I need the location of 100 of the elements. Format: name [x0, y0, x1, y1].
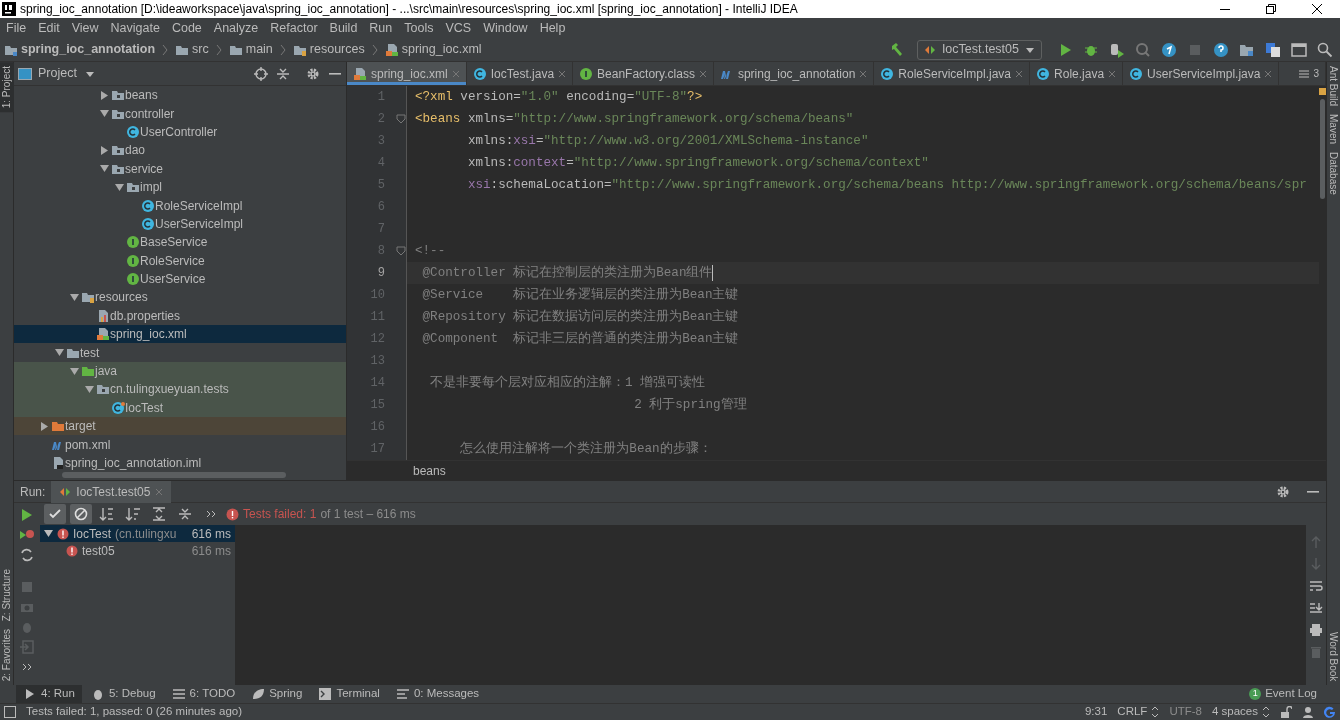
fold-marker-icon[interactable] — [396, 114, 406, 124]
run-configuration-dropdown[interactable]: IocTest.test05 — [916, 39, 1042, 60]
collapse-all-icon[interactable] — [177, 506, 193, 522]
tool-window-tab[interactable]: Database — [1326, 148, 1340, 199]
menu-item[interactable]: Code — [165, 18, 208, 38]
menu-item[interactable]: Help — [533, 18, 572, 38]
vertical-scrollbar[interactable] — [1320, 99, 1325, 199]
menu-item[interactable]: VCS — [439, 18, 478, 38]
toggle-auto-test-icon[interactable] — [19, 547, 35, 563]
info-circle-icon[interactable] — [1161, 41, 1177, 58]
tool-window-tab[interactable]: 2: Favorites — [0, 624, 14, 685]
menu-item[interactable]: Analyze — [207, 18, 265, 38]
tool-window-tab[interactable]: Maven — [1326, 110, 1340, 149]
tool-window-tab[interactable]: Z: Structure — [0, 564, 14, 625]
translate-icon[interactable] — [1265, 41, 1281, 58]
tool-window-tab[interactable]: 0: Messages — [388, 685, 487, 703]
expanded-arrow-icon[interactable] — [69, 293, 79, 302]
breadcrumb-item[interactable]: resources — [309, 40, 365, 59]
breadcrumb-item[interactable]: main — [245, 40, 273, 59]
editor-tab[interactable]: IocTest.java — [466, 62, 574, 85]
panel-toggle-icon[interactable] — [4, 706, 16, 718]
horizontal-scrollbar[interactable] — [62, 472, 286, 478]
tree-item[interactable]: UserService — [14, 269, 346, 289]
person-icon[interactable] — [1302, 706, 1314, 718]
cursor-position[interactable]: 9:31 — [1084, 703, 1108, 720]
tool-window-tab[interactable]: 5: Debug — [83, 685, 163, 703]
tool-window-tab[interactable]: 1: Project — [0, 62, 14, 113]
collapsed-arrow-icon[interactable] — [39, 421, 49, 431]
breadcrumb-item[interactable]: src — [192, 40, 209, 59]
breadcrumb-item[interactable]: spring_ioc.xml — [401, 40, 482, 59]
fold-marker-icon[interactable] — [396, 246, 406, 256]
scroll-to-end-icon[interactable] — [1309, 601, 1323, 615]
tree-item[interactable]: BaseService — [14, 233, 346, 252]
breadcrumb-item[interactable]: spring_ioc_annotation — [21, 40, 156, 59]
event-log-button[interactable]: 1 Event Log — [1242, 685, 1324, 703]
project-view-dropdown[interactable]: Project — [38, 64, 95, 83]
encoding-selector[interactable]: UTF-8 — [1169, 703, 1202, 720]
breadcrumb-item[interactable]: beans — [413, 461, 446, 480]
tree-item[interactable]: RoleServiceImpl — [14, 196, 346, 215]
tree-item[interactable]: UserServiceImpl — [14, 214, 346, 234]
tree-item[interactable]: java — [14, 361, 346, 381]
line-separator-selector[interactable]: CRLF — [1117, 703, 1160, 720]
tree-item[interactable]: resources — [14, 288, 346, 307]
menu-item[interactable]: Tools — [398, 18, 440, 38]
editor-tab[interactable]: BeanFactory.class — [573, 62, 714, 85]
tree-item[interactable]: UserController — [14, 122, 346, 142]
locate-icon[interactable] — [254, 66, 268, 81]
tree-item[interactable]: spring_ioc.xml — [14, 325, 346, 344]
print-icon[interactable] — [1309, 623, 1323, 637]
tree-item[interactable]: RoleService — [14, 251, 346, 270]
tool-window-tab[interactable]: Terminal — [311, 685, 387, 703]
menu-item[interactable]: Refactor — [264, 18, 324, 38]
tree-item[interactable]: service — [14, 159, 346, 178]
tree-item[interactable]: cn.tulingxueyuan.tests — [14, 380, 346, 399]
tool-window-tab[interactable]: 4: Run — [16, 685, 82, 703]
test-tree-item[interactable]: IocTest (cn.tulingxu 616 ms — [40, 525, 235, 542]
ignored-icon[interactable] — [73, 506, 89, 522]
tree-item[interactable]: dao — [14, 141, 346, 160]
collapsed-arrow-icon[interactable] — [99, 145, 109, 155]
menu-item[interactable]: Run — [363, 18, 399, 38]
tree-item[interactable]: test — [14, 343, 346, 362]
collapsed-arrow-icon[interactable] — [99, 90, 109, 100]
tree-item[interactable]: db.properties — [14, 306, 346, 326]
tool-window-tab[interactable]: Ant Build — [1326, 62, 1340, 111]
menu-item[interactable]: Edit — [32, 18, 66, 38]
editor-tab[interactable]: spring_ioc_annotation — [713, 62, 875, 85]
menu-item[interactable]: View — [65, 18, 105, 38]
window-icon[interactable] — [1291, 41, 1307, 58]
coverage-run-icon[interactable] — [1109, 41, 1125, 58]
menu-item[interactable]: File — [0, 18, 33, 38]
tree-item[interactable]: controller — [14, 104, 346, 123]
soft-wrap-icon[interactable] — [1309, 579, 1323, 593]
tree-item[interactable]: beans — [14, 86, 346, 105]
expanded-arrow-icon[interactable] — [44, 529, 53, 538]
restore-icon[interactable] — [1265, 3, 1277, 15]
run-tab[interactable]: IocTest.test05 — [51, 480, 172, 503]
editor-tab[interactable]: spring_ioc.xml — [347, 62, 467, 85]
test-tree-item[interactable]: test05 616 ms — [40, 542, 235, 559]
search-icon[interactable] — [1317, 41, 1333, 58]
tree-item[interactable]: pom.xml — [14, 435, 346, 454]
editor-tab[interactable]: Role.java — [1030, 62, 1124, 85]
menu-item[interactable]: Build — [323, 18, 364, 38]
lock-icon[interactable] — [1280, 706, 1292, 718]
tool-window-tab[interactable]: Word Book — [1326, 627, 1340, 685]
editor-tab[interactable]: UserServiceImpl.java — [1123, 62, 1280, 85]
help-circle-icon[interactable] — [1213, 41, 1229, 58]
collapse-all-icon[interactable] — [276, 66, 290, 81]
tree-item[interactable]: impl — [14, 177, 346, 197]
expanded-arrow-icon[interactable] — [99, 109, 109, 119]
menu-item[interactable]: Navigate — [104, 18, 166, 38]
google-g-icon[interactable] — [1324, 706, 1336, 718]
menu-item[interactable]: Window — [477, 18, 534, 38]
expand-all-icon[interactable] — [151, 506, 167, 522]
tool-window-tab[interactable]: Spring — [244, 685, 310, 703]
sort-duration-icon[interactable] — [125, 506, 141, 522]
sort-alpha-icon[interactable] — [99, 506, 115, 522]
tool-window-tab[interactable]: 6: TODO — [164, 685, 243, 703]
tree-item[interactable]: spring_ioc_annotation.iml — [14, 453, 346, 470]
tree-item[interactable]: target — [14, 417, 346, 436]
indent-selector[interactable]: 4 spaces — [1211, 703, 1270, 720]
